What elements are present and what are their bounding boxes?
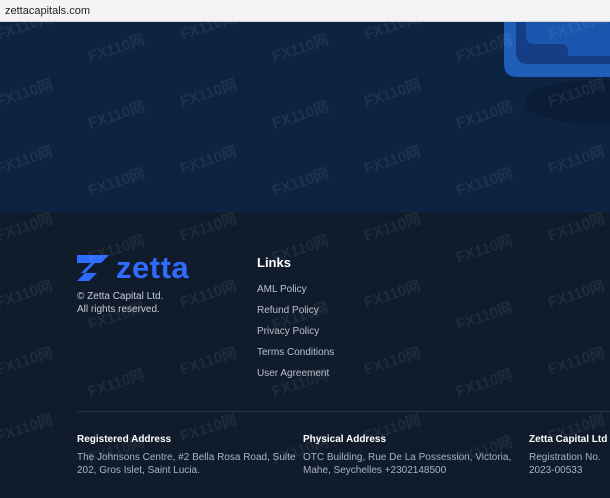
company-title: Zetta Capital Ltd [529,434,608,445]
link-refund-policy[interactable]: Refund Policy [257,305,334,326]
links-heading: Links [257,255,291,270]
link-privacy-policy[interactable]: Privacy Policy [257,326,334,347]
registered-address-title: Registered Address [77,434,172,445]
physical-address-title: Physical Address [303,434,387,445]
zetta-logo[interactable]: zetta [77,250,190,285]
hero-section [0,22,610,212]
footer-links: AML Policy Refund Policy Privacy Policy … [257,284,334,389]
zetta-logo-icon [77,255,109,281]
url-text: zettacapitals.com [5,5,90,17]
link-user-agreement[interactable]: User Agreement [257,368,334,389]
link-aml-policy[interactable]: AML Policy [257,284,334,305]
copyright: © Zetta Capital Ltd. All rights reserved… [77,291,164,315]
decorative-graphic [504,22,610,124]
link-terms-conditions[interactable]: Terms Conditions [257,347,334,368]
registered-address: Registered Address The Johnsons Centre, … [77,434,296,476]
divider [77,411,610,412]
company-info: Zetta Capital Ltd Registration No. 2023-… [529,434,608,476]
address-bar[interactable]: zettacapitals.com [0,0,610,22]
physical-address: Physical Address OTC Building, Rue De La… [303,434,512,476]
footer: zetta © Zetta Capital Ltd. All rights re… [0,212,610,498]
logo-wordmark: zetta [116,250,190,285]
